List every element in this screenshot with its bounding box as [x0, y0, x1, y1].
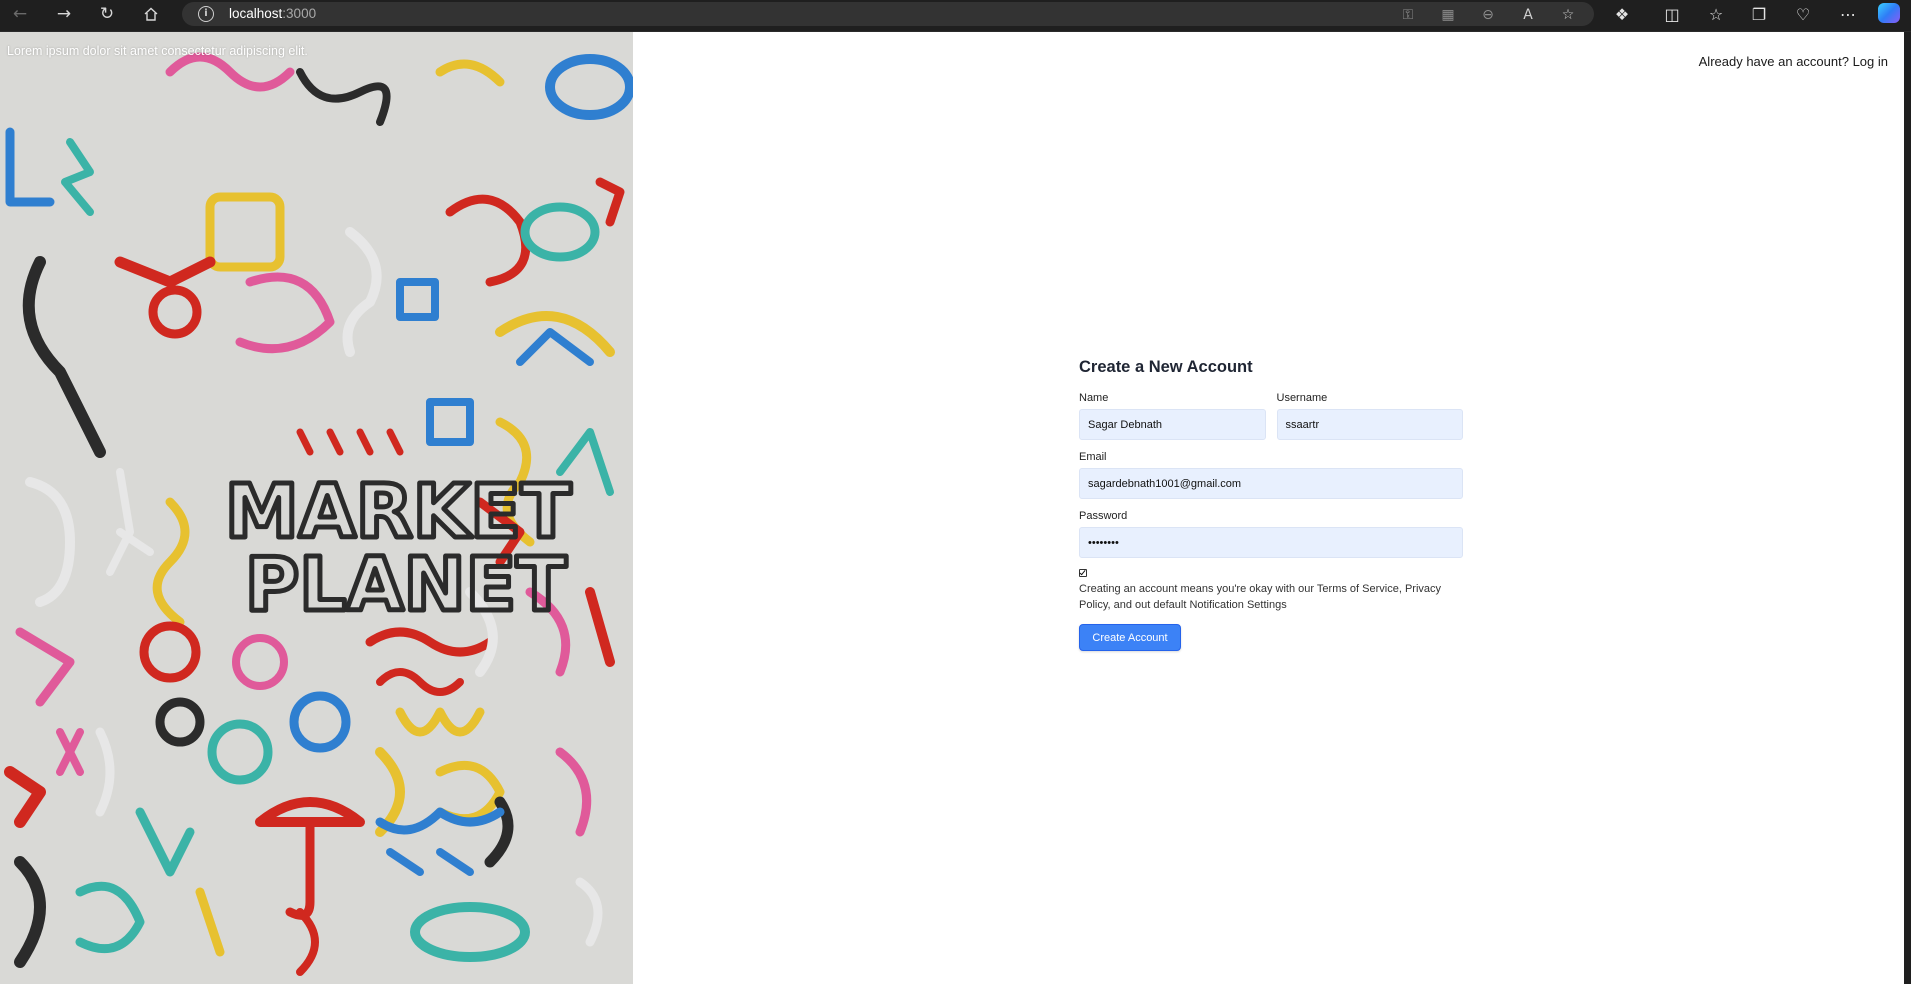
email-input[interactable]	[1079, 468, 1463, 499]
hero-image-panel: MARKET PLANET Lorem ipsum dolor sit amet…	[0, 32, 633, 984]
name-label: Name	[1079, 392, 1109, 404]
forward-icon[interactable]: →	[46, 0, 82, 28]
email-field-group: Email	[1079, 451, 1463, 499]
back-icon[interactable]: ←	[2, 0, 38, 28]
address-bar[interactable]: i localhost:3000 ⚿ ▦ ⊖ A ☆	[182, 2, 1594, 26]
terms-text: Creating an account means you're okay wi…	[1079, 583, 1442, 611]
graffiti-artwork: MARKET PLANET	[0, 32, 633, 984]
hero-caption: Lorem ipsum dolor sit amet consectetur a…	[7, 44, 308, 58]
browser-toolbar: ← → ↻ i localhost:3000 ⚿ ▦ ⊖ A ☆ ❖ ◫ ☆ ❐…	[0, 0, 1911, 32]
signup-form: Create a New Account Name Username Email…	[1079, 358, 1463, 651]
home-icon[interactable]	[133, 0, 169, 28]
terms-checkbox[interactable]	[1079, 569, 1087, 577]
graffiti-text-line2: PLANET	[245, 542, 567, 628]
password-label: Password	[1079, 510, 1128, 522]
collections-icon[interactable]: ❐	[1741, 0, 1777, 28]
app-available-icon[interactable]: ▦	[1434, 4, 1462, 26]
extensions-icon[interactable]: ❖	[1604, 0, 1640, 28]
url-text[interactable]: localhost:3000	[229, 6, 316, 21]
name-field-group: Name	[1079, 392, 1266, 440]
username-input[interactable]	[1276, 409, 1463, 440]
site-info-icon[interactable]: i	[198, 6, 214, 22]
copilot-icon[interactable]	[1878, 3, 1900, 23]
window-edge	[1904, 32, 1911, 984]
password-input[interactable]	[1079, 527, 1463, 558]
password-field-group: Password	[1079, 510, 1463, 558]
name-input[interactable]	[1079, 409, 1266, 440]
create-account-button[interactable]: Create Account	[1079, 624, 1181, 651]
favorites-icon[interactable]: ☆	[1698, 0, 1734, 28]
email-label: Email	[1079, 451, 1107, 463]
key-icon[interactable]: ⚿	[1394, 4, 1422, 26]
refresh-icon[interactable]: ↻	[89, 0, 125, 28]
zoom-out-icon[interactable]: ⊖	[1474, 4, 1502, 26]
favorite-star-icon[interactable]: ☆	[1554, 4, 1582, 26]
read-aloud-icon[interactable]: A	[1514, 4, 1542, 26]
login-link[interactable]: Already have an account? Log in	[1699, 54, 1888, 69]
username-label: Username	[1276, 392, 1328, 404]
form-title: Create a New Account	[1079, 358, 1253, 376]
more-icon[interactable]: ⋯	[1830, 0, 1866, 28]
username-field-group: Username	[1276, 392, 1463, 440]
split-screen-icon[interactable]: ◫	[1654, 0, 1690, 28]
browser-essentials-icon[interactable]: ♡	[1785, 0, 1821, 28]
